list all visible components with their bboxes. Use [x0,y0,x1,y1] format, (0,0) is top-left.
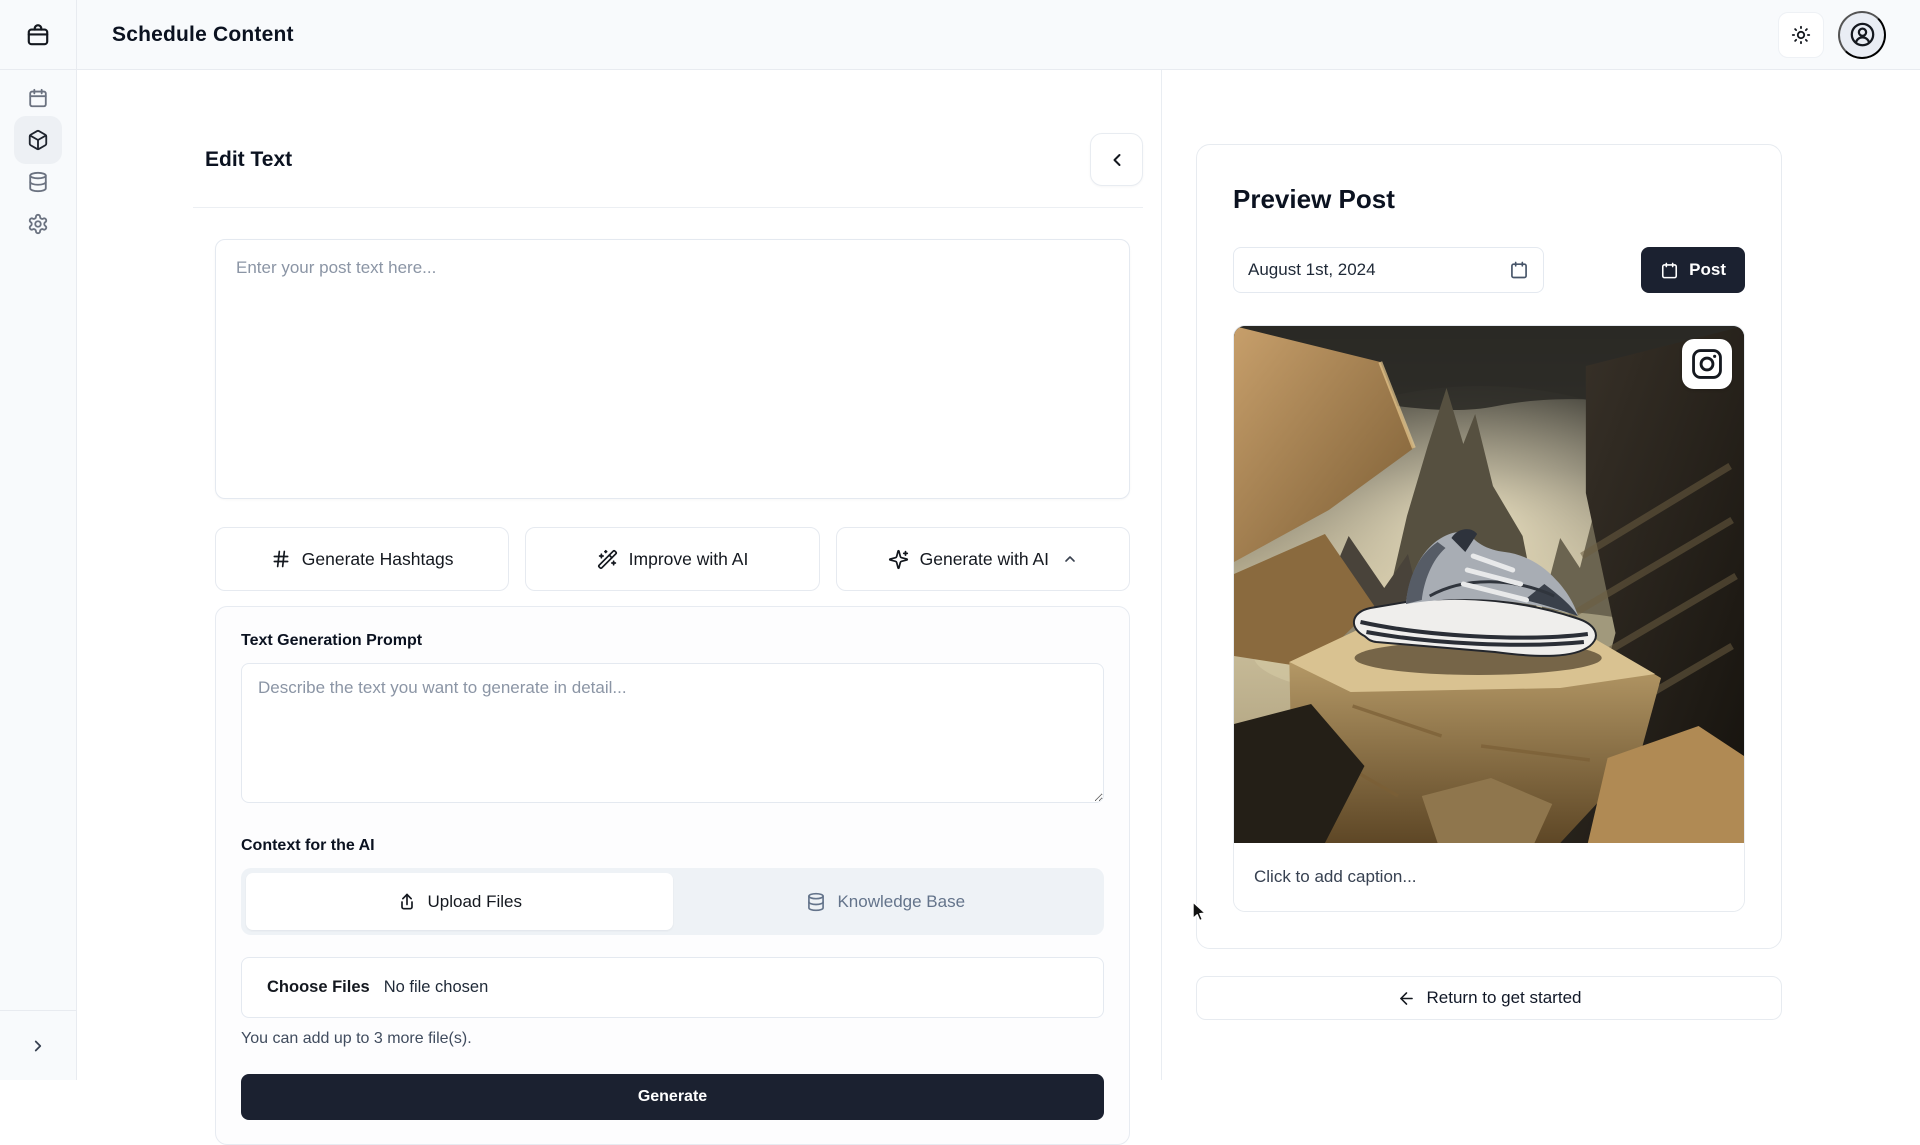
calendar-icon [1660,261,1679,280]
database-icon [806,892,826,912]
schedule-date-input[interactable]: August 1st, 2024 [1233,247,1544,293]
chevron-right-icon [29,1037,47,1055]
account-button[interactable] [1838,11,1886,59]
date-value: August 1st, 2024 [1248,260,1376,280]
generation-prompt-input[interactable] [241,663,1104,803]
context-tabs: Upload Files Knowledge Base [241,868,1104,935]
sidebar-item-calendar[interactable] [14,77,62,119]
file-limit-helper: You can add up to 3 more file(s). [241,1030,1104,1048]
sidebar-item-content[interactable] [14,116,62,164]
sneaker-canyon-artwork [1234,326,1744,843]
app-logo[interactable] [0,0,77,69]
topbar-actions [1778,11,1886,59]
generate-button[interactable]: Generate [241,1074,1104,1120]
tab-label: Knowledge Base [837,892,965,912]
chevron-left-icon [1107,150,1127,170]
text-generation-panel: Text Generation Prompt Context for the A… [215,606,1130,1145]
hash-icon [271,549,291,569]
schedule-row: August 1st, 2024 Post [1233,247,1745,293]
package-icon [27,129,49,151]
improve-with-ai-button[interactable]: Improve with AI [525,527,819,591]
button-label: Generate with AI [920,549,1049,570]
choose-files-button[interactable]: Choose Files [267,978,370,997]
return-button-label: Return to get started [1427,988,1582,1008]
generate-with-ai-button[interactable]: Generate with AI [836,527,1130,591]
post-text-input[interactable] [215,239,1130,499]
section-title: Edit Text [205,148,292,172]
ai-actions-row: Generate Hashtags Improve with AI [215,527,1130,591]
sidebar-collapse-button[interactable] [0,1010,76,1080]
sun-icon [1790,24,1812,46]
edit-text-section: Edit Text Generate Hashtags [77,70,1162,1080]
tab-label: Upload Files [428,892,523,912]
briefcase-icon [25,22,51,48]
caption-input[interactable]: Click to add caption... [1234,843,1744,911]
edit-text-header: Edit Text [193,70,1143,208]
top-bar: Schedule Content [0,0,1920,70]
arrow-left-icon [1397,989,1416,1008]
file-status-text: No file chosen [384,978,489,997]
post-button-label: Post [1689,260,1726,280]
sidebar-item-database[interactable] [14,161,62,203]
instagram-badge [1682,339,1732,389]
sparkles-icon [888,549,909,570]
sidebar [0,70,77,1080]
preview-section: Preview Post August 1st, 2024 [1162,70,1920,1080]
button-label: Improve with AI [629,549,749,570]
post-image[interactable] [1234,326,1744,843]
preview-card: Preview Post August 1st, 2024 [1196,144,1782,949]
tab-knowledge-base[interactable]: Knowledge Base [673,873,1100,930]
instagram-icon [1690,347,1724,381]
database-icon [27,171,49,193]
context-label: Context for the AI [241,836,1104,856]
chevron-up-icon [1062,551,1078,567]
post-preview-card: Click to add caption... [1233,325,1745,912]
collapse-panel-button[interactable] [1090,133,1143,186]
gear-icon [27,213,49,235]
upload-icon [397,892,417,912]
user-circle-icon [1849,21,1876,48]
calendar-icon [27,87,49,109]
preview-title: Preview Post [1233,181,1745,217]
theme-toggle-button[interactable] [1778,12,1824,58]
file-upload-input[interactable]: Choose Files No file chosen [241,957,1104,1018]
tab-upload-files[interactable]: Upload Files [246,873,673,930]
button-label: Generate Hashtags [302,549,454,570]
generate-hashtags-button[interactable]: Generate Hashtags [215,527,509,591]
calendar-icon [1509,260,1529,280]
return-button[interactable]: Return to get started [1196,976,1782,1020]
wand-sparkles-icon [597,549,618,570]
sidebar-item-settings[interactable] [14,203,62,245]
post-button[interactable]: Post [1641,247,1745,293]
page-title: Schedule Content [112,23,294,47]
prompt-label: Text Generation Prompt [241,631,1104,651]
